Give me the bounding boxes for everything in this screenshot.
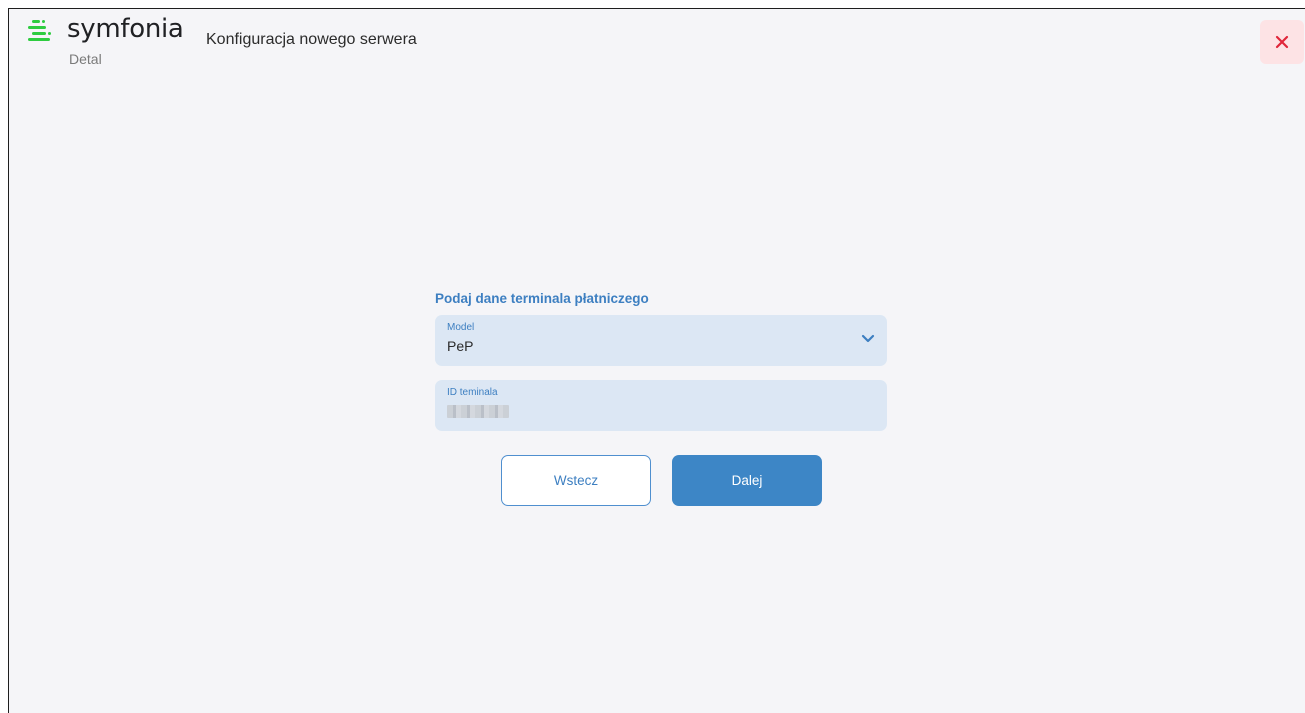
brand-subtitle: Detal xyxy=(69,51,102,67)
payment-terminal-form: Podaj dane terminala płatniczego Model P… xyxy=(435,291,887,445)
next-button[interactable]: Dalej xyxy=(672,455,822,506)
terminal-id-value-redacted xyxy=(447,405,509,418)
terminal-id-label: ID teminala xyxy=(447,387,498,398)
close-icon xyxy=(1275,35,1289,49)
back-button[interactable]: Wstecz xyxy=(501,455,651,506)
page-title: Konfiguracja nowego serwera xyxy=(206,31,417,48)
form-actions: Wstecz Dalej xyxy=(501,455,831,507)
terminal-id-field[interactable]: ID teminala xyxy=(435,380,887,431)
app-window: symfonia Detal Konfiguracja nowego serwe… xyxy=(8,8,1305,713)
model-label: Model xyxy=(447,322,475,333)
logo: symfonia Detal xyxy=(23,13,193,73)
symfonia-logo-icon xyxy=(28,20,51,41)
model-select[interactable]: Model PeP xyxy=(435,315,887,366)
model-value: PeP xyxy=(447,338,474,354)
brand-name: symfonia xyxy=(67,14,184,44)
chevron-down-icon xyxy=(861,334,875,343)
close-button[interactable] xyxy=(1260,20,1304,64)
form-title: Podaj dane terminala płatniczego xyxy=(435,291,649,306)
